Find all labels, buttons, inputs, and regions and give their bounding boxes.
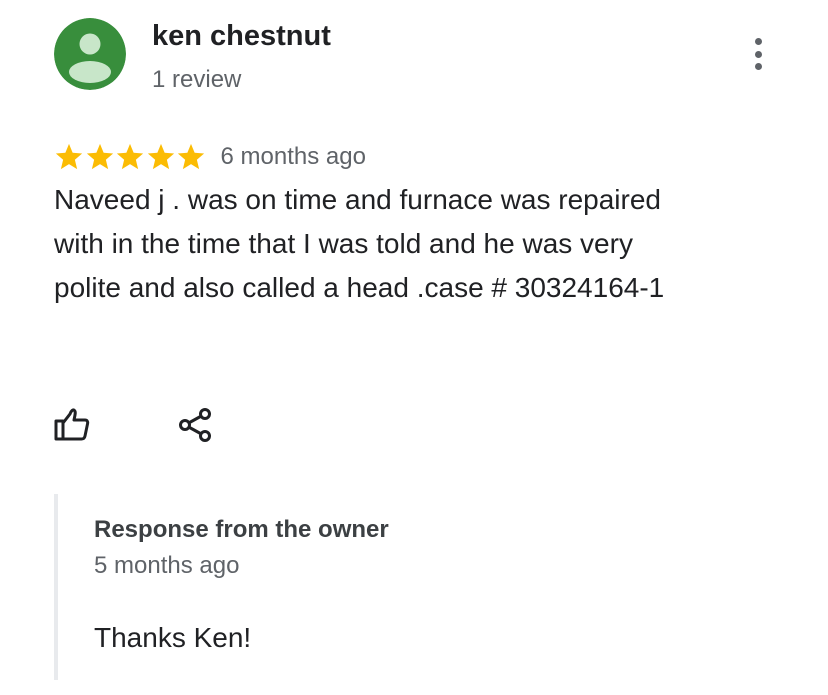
rating-row: 6 months ago: [54, 140, 366, 174]
thumbs-up-icon: [54, 408, 90, 441]
more-options-button[interactable]: [744, 36, 772, 72]
star-icon: [147, 143, 174, 170]
reviewer-review-count: 1 review: [152, 66, 242, 93]
star-rating: [54, 142, 207, 172]
more-vert-icon: [754, 38, 762, 45]
star-icon: [86, 143, 113, 170]
owner-response: Response from the owner 5 months ago Tha…: [54, 494, 754, 680]
review-date: 6 months ago: [220, 143, 366, 170]
reviewer-avatar[interactable]: [54, 18, 126, 90]
reviewer-name[interactable]: ken chestnut: [152, 20, 331, 53]
share-button[interactable]: [176, 404, 216, 444]
owner-response-date: 5 months ago: [94, 552, 240, 579]
person-icon: [54, 18, 126, 90]
owner-response-title: Response from the owner: [94, 516, 389, 543]
more-vert-icon-dot: [754, 50, 762, 58]
like-button[interactable]: [52, 404, 92, 444]
share-icon: [179, 408, 211, 442]
owner-response-text: Thanks Ken!: [94, 622, 252, 653]
star-icon: [116, 143, 144, 170]
review-text: Naveed j . was on time and furnace was r…: [54, 184, 665, 303]
star-icon: [55, 143, 83, 170]
star-icon: [177, 143, 205, 170]
more-vert-icon-dot: [754, 63, 762, 70]
